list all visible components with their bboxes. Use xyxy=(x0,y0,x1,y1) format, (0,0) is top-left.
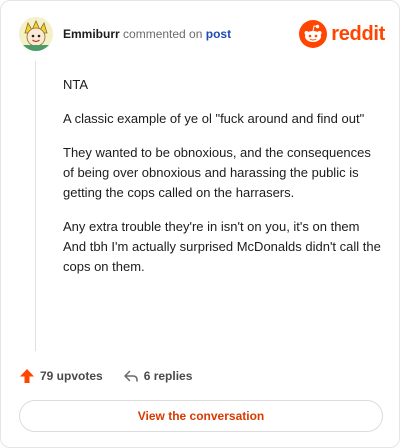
comment-body: NTA A classic example of ye ol "fuck aro… xyxy=(63,75,381,291)
username[interactable]: Emmiburr xyxy=(63,27,120,41)
replies-stat[interactable]: 6 replies xyxy=(123,368,193,384)
comment-paragraph: NTA xyxy=(63,77,89,92)
replies-count: 6 replies xyxy=(143,369,193,383)
comment-paragraph: Any extra trouble they're in isn't on yo… xyxy=(63,219,381,274)
comment-header: Emmiburr commented on post reddit xyxy=(19,17,385,51)
upvote-arrow-icon xyxy=(20,369,34,383)
thread-line xyxy=(35,61,36,351)
reddit-wordmark: reddit xyxy=(331,23,385,45)
commented-on-text: commented on xyxy=(123,27,203,41)
upvotes-stat[interactable]: 79 upvotes xyxy=(19,368,103,384)
comment-stats: 79 upvotes 6 replies xyxy=(19,366,192,386)
upvotes-count: 79 upvotes xyxy=(40,369,103,383)
reddit-logo-icon xyxy=(299,20,328,48)
view-conversation-button[interactable]: View the conversation xyxy=(19,400,383,432)
user-avatar[interactable] xyxy=(19,17,53,51)
comment-paragraph: They wanted to be obnoxious, and the con… xyxy=(63,145,371,200)
reply-arrow-icon xyxy=(123,370,138,382)
post-link[interactable]: post xyxy=(206,27,231,41)
reddit-logo[interactable]: reddit xyxy=(299,19,385,49)
comment-paragraph: A classic example of ye ol "fuck around … xyxy=(63,111,365,126)
comment-embed-card: Emmiburr commented on post reddit NTA A … xyxy=(0,0,400,448)
byline: Emmiburr commented on post xyxy=(63,27,231,41)
